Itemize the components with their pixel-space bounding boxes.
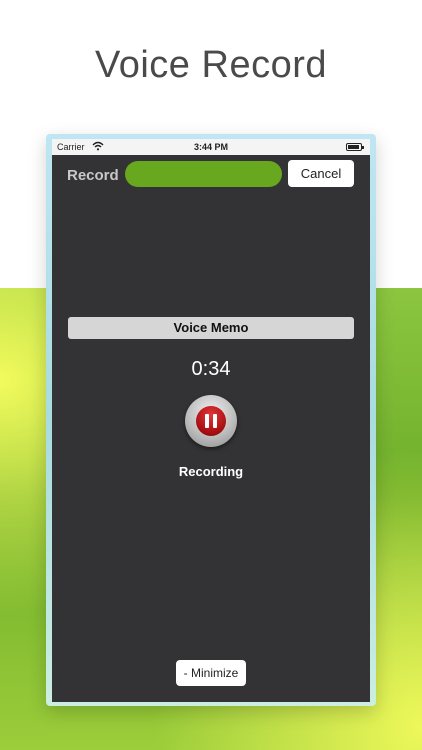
recording-status: Recording xyxy=(178,464,244,479)
pause-bar-right xyxy=(213,414,217,428)
audio-level-bar xyxy=(125,161,282,187)
status-bar: Carrier 3:44 PM xyxy=(52,139,370,155)
pause-bar-left xyxy=(205,414,209,428)
app-screen: Carrier 3:44 PM Record Cancel Voice Memo… xyxy=(52,139,370,702)
record-header: Record Cancel xyxy=(52,159,370,189)
battery-icon xyxy=(346,143,364,151)
pause-button[interactable] xyxy=(185,395,237,447)
memo-title-field[interactable]: Voice Memo xyxy=(68,317,354,339)
pause-icon xyxy=(196,406,226,436)
promo-headline: Voice Record xyxy=(94,44,327,86)
minimize-button[interactable]: - Minimize xyxy=(176,660,246,686)
recording-timer: 0:34 xyxy=(191,358,231,380)
record-label: Record xyxy=(67,167,119,184)
status-time: 3:44 PM xyxy=(193,142,228,152)
cancel-button[interactable]: Cancel xyxy=(288,160,354,187)
